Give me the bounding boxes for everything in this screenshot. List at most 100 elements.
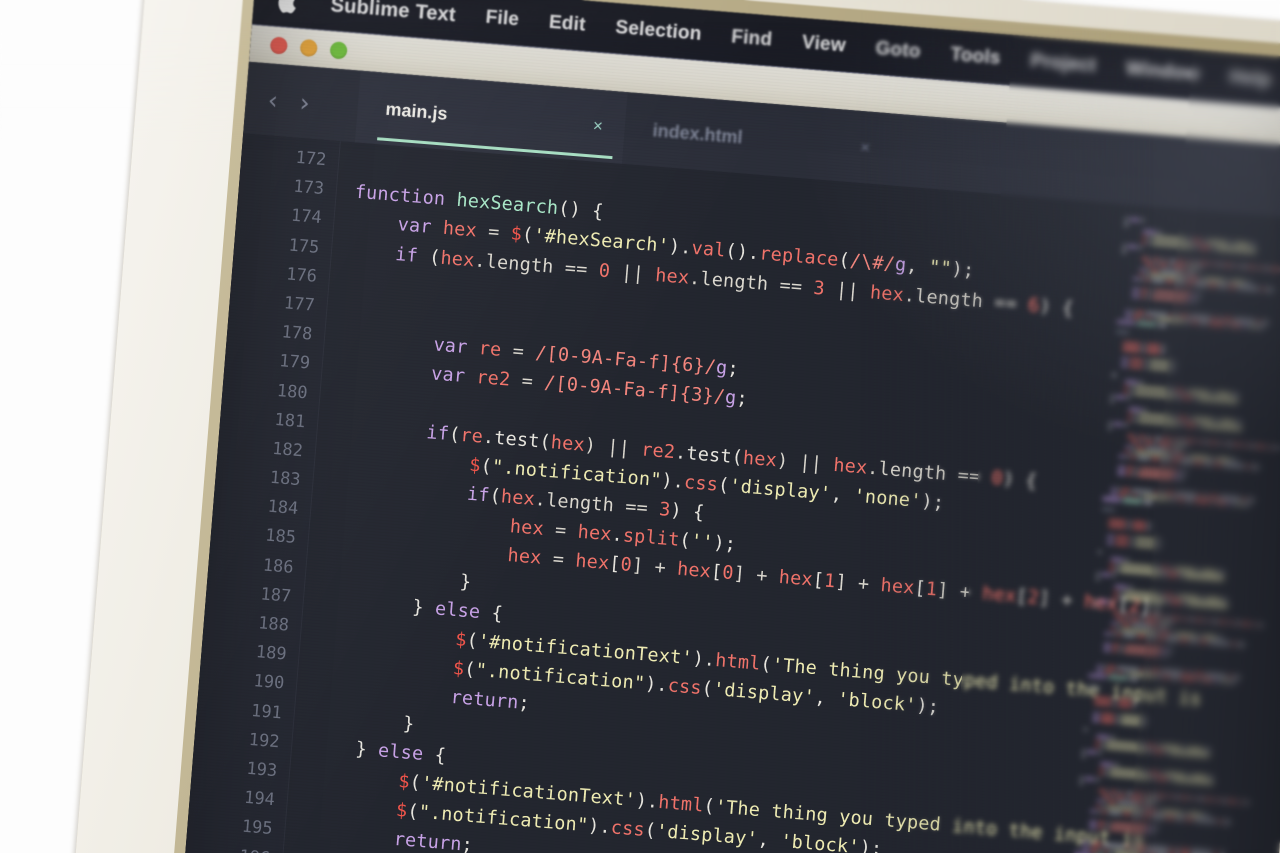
minimap-token [1168, 648, 1172, 652]
minimap-token [1130, 796, 1142, 801]
menu-item-project[interactable]: Project [1030, 50, 1097, 77]
code-token: hex [981, 583, 1018, 608]
minimap-token [1174, 794, 1181, 799]
minimap-token [1141, 743, 1146, 747]
minimap-token [1175, 848, 1180, 853]
minimap-token [1123, 671, 1127, 676]
minimap-token [1182, 600, 1186, 605]
minimap-token [1226, 442, 1233, 446]
minimap-token [1097, 567, 1108, 571]
minimap-token [1111, 390, 1122, 394]
minimap-token [1137, 613, 1140, 617]
minimap-token [1179, 422, 1185, 426]
minimap-token [1195, 672, 1203, 676]
minimap-token [1225, 279, 1230, 284]
code-token: = [500, 340, 537, 364]
minimap-token [1135, 434, 1138, 439]
minimap-token [1077, 809, 1088, 813]
minimap-token [1177, 497, 1185, 502]
minimap-token [1140, 294, 1146, 299]
minimap-token [1196, 293, 1200, 297]
minimap-token [1133, 277, 1139, 282]
minimap-token [1092, 631, 1103, 635]
minimap-token [1136, 445, 1144, 450]
minimap-token [1074, 846, 1080, 850]
minimap-token [1194, 298, 1198, 303]
code-token: .length == [903, 284, 1030, 316]
minimap-token [1152, 457, 1159, 462]
minimap-token [1145, 668, 1151, 672]
minimap-token [1165, 258, 1169, 263]
minimap-token [1165, 615, 1171, 620]
minimize-traffic-light[interactable] [299, 38, 318, 58]
minimap-token [1188, 271, 1196, 276]
minimap-token [1142, 343, 1146, 347]
minimap-token [1137, 845, 1145, 850]
menu-item-selection[interactable]: Selection [615, 17, 703, 46]
code-token: ); [712, 532, 737, 556]
code-token: ] + [834, 571, 882, 597]
code-token: var [396, 214, 444, 240]
minimap-token [1176, 394, 1181, 399]
minimap-token [1196, 569, 1201, 573]
minimap-token [1241, 443, 1244, 447]
menu-item-file[interactable]: File [485, 7, 520, 32]
minimap-token [1146, 830, 1150, 834]
minimap-token [1137, 494, 1141, 498]
minimap-token [1233, 442, 1240, 447]
code-token: ). [644, 673, 669, 697]
minimap-token [1191, 293, 1195, 297]
maximize-traffic-light[interactable] [329, 41, 348, 60]
menu-item-find[interactable]: Find [730, 26, 773, 51]
nav-back-icon[interactable]: ‹ [267, 85, 279, 115]
minimap-token [1150, 792, 1157, 797]
menu-item-goto[interactable]: Goto [875, 38, 922, 64]
minimap-token [1144, 365, 1148, 369]
minimap-token [1155, 631, 1161, 635]
minimap-token [1163, 674, 1170, 679]
minimap-token [1087, 749, 1097, 754]
close-icon[interactable]: × [592, 116, 603, 136]
code-token: hex [500, 486, 536, 511]
minimap-token [1112, 384, 1123, 388]
minimap-token [1146, 635, 1156, 640]
menu-item-sublime-text[interactable]: Sublime Text [330, 0, 457, 27]
close-traffic-light[interactable] [269, 36, 288, 55]
minimap-token [1103, 648, 1111, 653]
minimap-token [1104, 772, 1108, 777]
minimap-token [1100, 524, 1106, 528]
minimap-token [1113, 595, 1117, 599]
code-token: , [756, 829, 782, 852]
minimap-token [1111, 795, 1115, 799]
minimap-token [1212, 797, 1216, 802]
minimap-token [1196, 423, 1200, 427]
apple-logo-icon[interactable] [277, 0, 298, 14]
menu-item-edit[interactable]: Edit [548, 12, 586, 37]
minimap-token [1181, 849, 1189, 853]
code-token: if [466, 483, 491, 507]
minimap-token [1151, 436, 1155, 440]
minimap-token [1199, 277, 1203, 281]
menu-item-view[interactable]: View [801, 32, 846, 57]
code-token: hex [439, 247, 476, 271]
minimap-token [1134, 791, 1141, 796]
minimap-token [1116, 633, 1121, 637]
nav-forward-icon[interactable]: › [299, 87, 311, 117]
minimap-token [1127, 244, 1137, 249]
menu-item-tools[interactable]: Tools [950, 44, 1002, 70]
menu-item-window[interactable]: Window [1125, 58, 1200, 86]
minimap-token [1179, 476, 1184, 480]
minimap-token [1143, 716, 1147, 720]
minimap-token [1112, 573, 1116, 577]
minimap-token [1130, 542, 1134, 546]
minimap-token [1200, 245, 1210, 250]
menu-item-help[interactable]: Help [1229, 66, 1273, 91]
minimap-token [1210, 494, 1217, 499]
minimap-token [1089, 820, 1097, 825]
close-icon[interactable]: × [859, 138, 870, 158]
minimap-token [1160, 615, 1164, 619]
minimap-token [1170, 848, 1174, 852]
minimap-token [1190, 276, 1198, 281]
minimap-token [1209, 283, 1217, 288]
code-token: ; [460, 834, 474, 853]
